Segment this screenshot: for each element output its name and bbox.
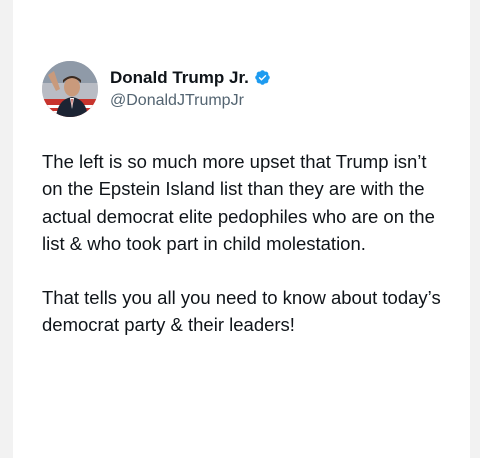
tweet-text: The left is so much more upset that Trum… xyxy=(42,148,452,339)
avatar[interactable] xyxy=(42,61,98,117)
display-name-row: Donald Trump Jr. xyxy=(110,67,271,89)
avatar-photo xyxy=(42,61,98,117)
tweet-card: Donald Trump Jr. @DonaldJTrumpJr The lef… xyxy=(13,0,470,458)
author-display-name[interactable]: Donald Trump Jr. xyxy=(110,67,249,89)
author-handle[interactable]: @DonaldJTrumpJr xyxy=(110,90,271,112)
verified-badge-icon xyxy=(254,69,271,86)
author-names: Donald Trump Jr. @DonaldJTrumpJr xyxy=(110,67,271,112)
tweet-paragraph: The left is so much more upset that Trum… xyxy=(42,151,435,254)
tweet-header: Donald Trump Jr. @DonaldJTrumpJr xyxy=(42,61,271,117)
tweet-paragraph: That tells you all you need to know abou… xyxy=(42,287,441,336)
